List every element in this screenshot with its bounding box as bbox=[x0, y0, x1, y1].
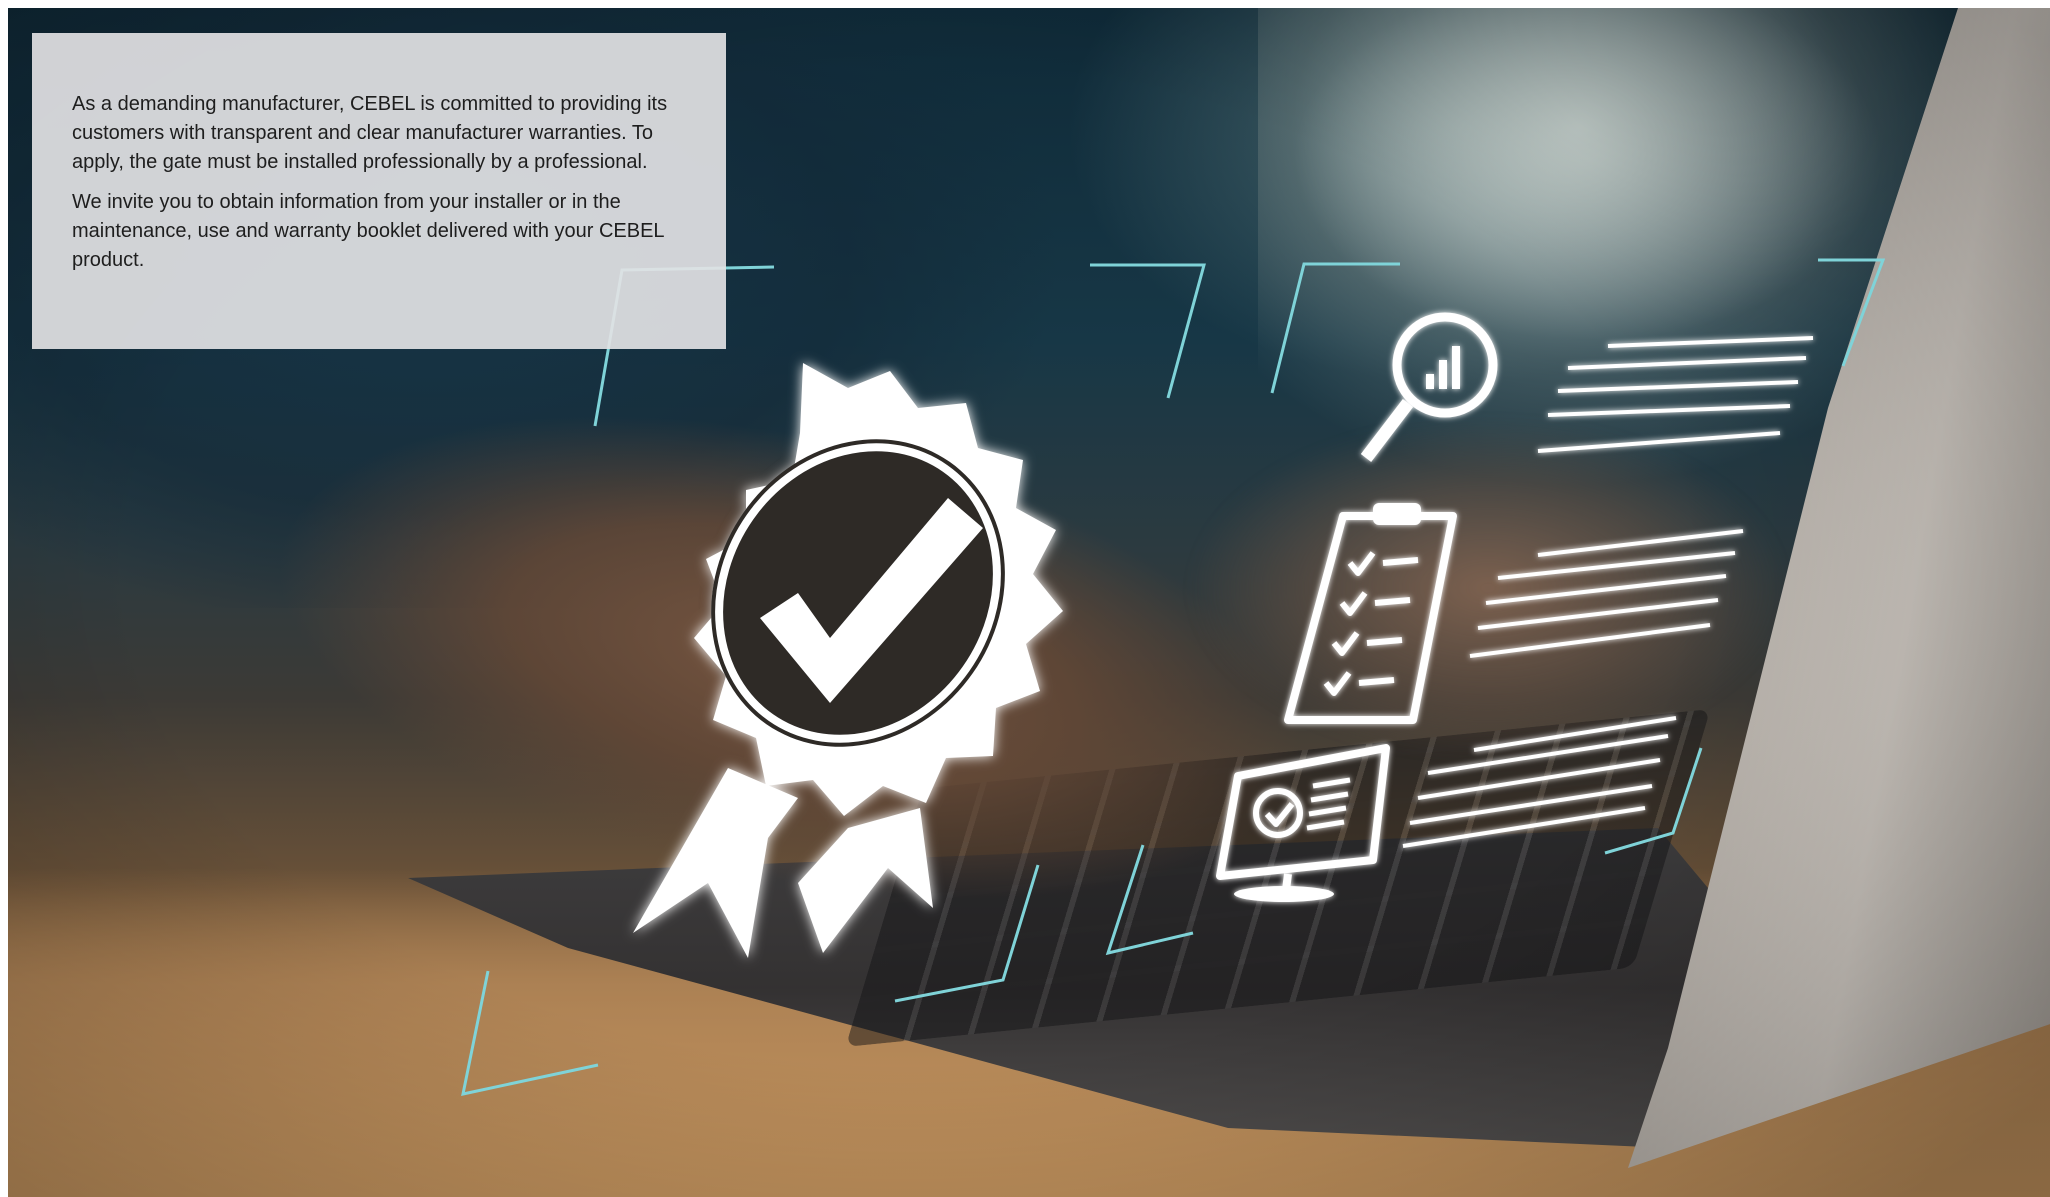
monitor-check-icon bbox=[1216, 744, 1390, 902]
bracket-top-right-b bbox=[1818, 258, 1886, 367]
award-badge-icon bbox=[633, 363, 1063, 958]
hero-photo: As a demanding manufacturer, CEBEL is co… bbox=[8, 8, 2050, 1197]
bracket-bottom-left bbox=[461, 970, 599, 1096]
warranty-info-panel: As a demanding manufacturer, CEBEL is co… bbox=[32, 33, 726, 349]
magnifier-chart-icon bbox=[1360, 312, 1498, 462]
text-lines-group-1 bbox=[1537, 336, 1814, 453]
text-lines-group-3 bbox=[1402, 716, 1677, 848]
bracket-bottom-right bbox=[1604, 747, 1703, 855]
warranty-info-text: We invite you to obtain information from… bbox=[72, 191, 664, 271]
text-lines-group-2 bbox=[1469, 529, 1744, 658]
warranty-intro-text: As a demanding manufacturer, CEBEL is co… bbox=[72, 93, 668, 173]
bracket-top-right-a bbox=[1270, 262, 1400, 394]
clipboard-checklist-icon bbox=[1284, 503, 1457, 724]
bracket-bottom-middle-b bbox=[1105, 844, 1194, 956]
bracket-top-middle bbox=[1090, 263, 1206, 399]
